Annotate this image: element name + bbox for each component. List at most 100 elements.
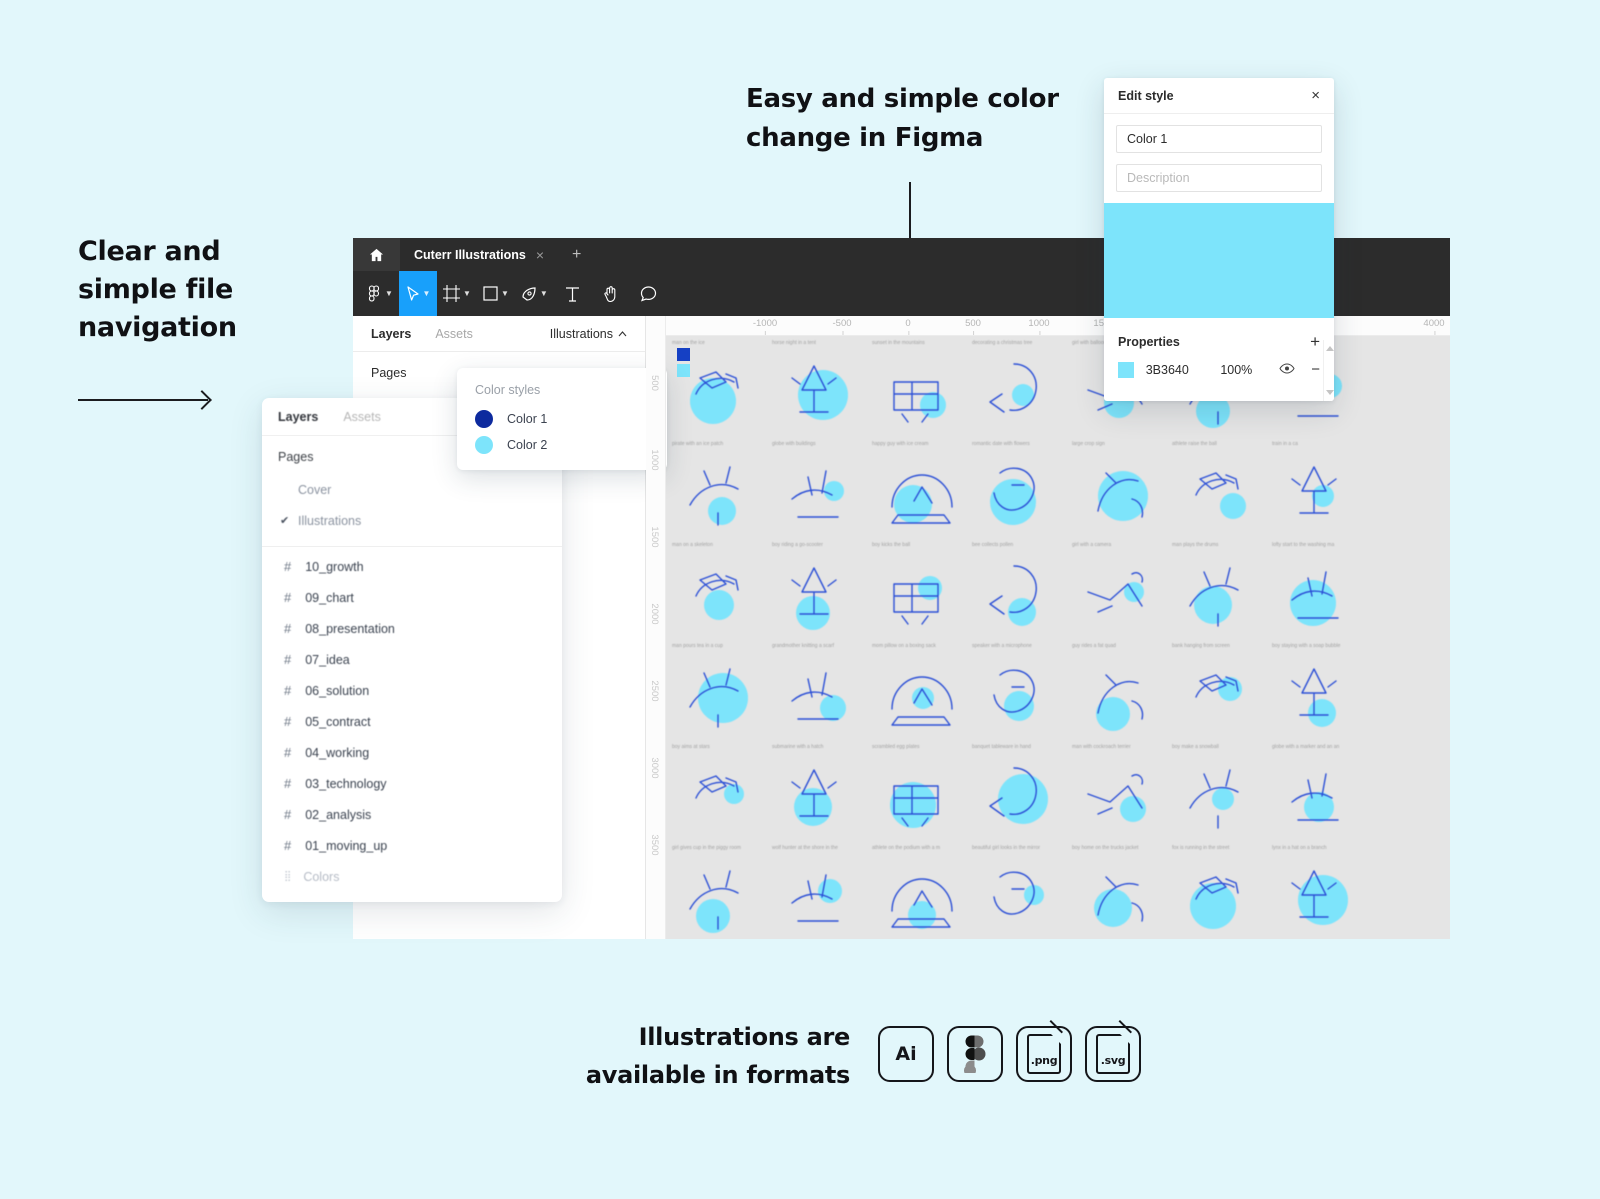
tab-assets[interactable]: Assets: [435, 327, 473, 341]
illustration-cell[interactable]: globe with buildings: [766, 437, 866, 538]
visibility-toggle[interactable]: [1279, 362, 1295, 377]
color-style-item[interactable]: Color 2: [457, 432, 667, 458]
layer-item[interactable]: #10_growth: [262, 551, 562, 582]
illustration-cell[interactable]: man with cockroach terrier: [1066, 740, 1166, 841]
illustration-cell[interactable]: lofty start to the washing ma: [1266, 538, 1366, 639]
illustration-cell[interactable]: large crop sign: [1066, 437, 1166, 538]
lineart-icon: [993, 871, 1035, 915]
panel-scrollbar[interactable]: [1323, 340, 1334, 401]
lineart-icon: [1195, 674, 1239, 698]
format-badge-png[interactable]: .png: [1016, 1019, 1072, 1082]
tool-hand[interactable]: [592, 271, 630, 316]
illustration-cell[interactable]: boy home on the trucks jacket: [1066, 841, 1166, 939]
property-opacity-value[interactable]: 100%: [1220, 363, 1279, 377]
illustration-cell[interactable]: bee collects pollen: [966, 538, 1066, 639]
tool-menu[interactable]: ▼: [361, 271, 399, 316]
illustration-cell[interactable]: lynx in a hat on a branch: [1266, 841, 1366, 939]
illustration-cell[interactable]: romantic date with flowers: [966, 437, 1066, 538]
layer-item[interactable]: ⣿ Colors: [262, 861, 562, 892]
page-item[interactable]: ✔ Illustrations: [262, 505, 562, 536]
illustration-cell[interactable]: boy aims at stars: [666, 740, 766, 841]
property-swatch[interactable]: [1118, 361, 1134, 378]
layer-item[interactable]: #07_idea: [262, 644, 562, 675]
home-button[interactable]: [353, 238, 400, 271]
illustration-cell[interactable]: bank hanging from screen: [1166, 639, 1266, 740]
tool-move[interactable]: ▼: [399, 271, 437, 316]
close-icon[interactable]: ×: [1311, 88, 1320, 103]
page-item[interactable]: Cover: [262, 474, 562, 505]
canvas-content[interactable]: man on the ice horse night in a tent sunse…: [666, 336, 1450, 939]
ruler-tick-v: 2500: [649, 680, 660, 702]
illustration-cell[interactable]: boy staying with a soap bubble: [1266, 639, 1366, 740]
layer-item[interactable]: #02_analysis: [262, 799, 562, 830]
illustration-cell[interactable]: man pours tea in a cup: [666, 639, 766, 740]
lineart-icon: [689, 466, 739, 526]
lineart-icon: [989, 363, 1037, 413]
illustration-cell[interactable]: girl with a camera: [1066, 538, 1166, 639]
tab-layers[interactable]: Layers: [278, 410, 318, 424]
format-badge-svg[interactable]: .svg: [1085, 1019, 1141, 1082]
layer-item[interactable]: #05_contract: [262, 706, 562, 737]
illustration-cell[interactable]: man plays the drums: [1166, 538, 1266, 639]
illustration-cell[interactable]: decorating a christmas tree: [966, 336, 1066, 437]
layer-item[interactable]: #06_solution: [262, 675, 562, 706]
illustration-cell[interactable]: guy rides a fat quad: [1066, 639, 1166, 740]
remove-property-button[interactable]: −: [1311, 361, 1320, 378]
illustration-cell[interactable]: athlete on the podium with a m: [866, 841, 966, 939]
style-description-input[interactable]: Description: [1116, 164, 1322, 192]
layer-item[interactable]: #08_presentation: [262, 613, 562, 644]
illustration-row: boy aims at stars submarine with a hatch s…: [666, 740, 1450, 841]
add-property-button[interactable]: +: [1310, 332, 1320, 352]
format-badge-ai[interactable]: Ai: [878, 1026, 934, 1082]
style-color-preview[interactable]: [1104, 203, 1334, 318]
lineart-icon: [893, 785, 939, 827]
illustration-cell[interactable]: sunset in the mountains: [866, 336, 966, 437]
illustration-cell[interactable]: submarine with a hatch: [766, 740, 866, 841]
close-icon[interactable]: ×: [536, 247, 544, 263]
scroll-up-icon[interactable]: [1326, 346, 1334, 351]
illustration-cell[interactable]: boy make a snowball: [1166, 740, 1266, 841]
format-badges: Ai .png .svg: [878, 1019, 1141, 1082]
illustration-cell[interactable]: boy riding a go-scooter: [766, 538, 866, 639]
illustration-cell[interactable]: mom pillow on a boxing sack: [866, 639, 966, 740]
tool-shape[interactable]: ▼: [477, 271, 515, 316]
illustration-cell[interactable]: boy kicks the ball: [866, 538, 966, 639]
tab-assets[interactable]: Assets: [343, 410, 381, 424]
illustration-cell[interactable]: wolf hunter at the shore in the: [766, 841, 866, 939]
tool-text[interactable]: [554, 271, 592, 316]
illustration-cell[interactable]: horse night in a tent: [766, 336, 866, 437]
tool-pen[interactable]: ▼: [515, 271, 554, 316]
tool-comment[interactable]: [630, 271, 668, 316]
illustration-cell[interactable]: train in a ca: [1266, 437, 1366, 538]
illustration-cell[interactable]: happy guy with ice cream: [866, 437, 966, 538]
style-name-input[interactable]: Color 1: [1116, 125, 1322, 153]
illustration-cell[interactable]: scrambled egg plates: [866, 740, 966, 841]
illustration-cell[interactable]: beautiful girl looks in the mirror: [966, 841, 1066, 939]
property-hex-value[interactable]: 3B3640: [1146, 363, 1221, 377]
illustration-cell[interactable]: man on the ice: [666, 336, 766, 437]
tab-layers[interactable]: Layers: [371, 327, 411, 341]
tab-cuterr-illustrations[interactable]: Cuterr Illustrations ×: [400, 238, 559, 271]
layer-item[interactable]: #01_moving_up: [262, 830, 562, 861]
illustration-cell[interactable]: man on a skeleton: [666, 538, 766, 639]
illustration-cell[interactable]: banquet tableware in hand: [966, 740, 1066, 841]
page-selector[interactable]: Illustrations: [550, 327, 627, 341]
scroll-down-icon[interactable]: [1326, 390, 1334, 395]
illustration-cell[interactable]: speaker with a microphone: [966, 639, 1066, 740]
ruler-tick-h: 4000: [1423, 318, 1445, 335]
format-badge-figma[interactable]: [947, 1026, 1003, 1082]
new-tab-button[interactable]: +: [558, 238, 595, 271]
illustration-cell[interactable]: athlete raise the ball: [1166, 437, 1266, 538]
illustration-cell[interactable]: globe with a marker and an an: [1266, 740, 1366, 841]
illustration-cell[interactable]: girl gives cup in the piggy room: [666, 841, 766, 939]
tool-frame[interactable]: ▼: [437, 271, 477, 316]
illustration-cell[interactable]: pirate with an ice patch: [666, 437, 766, 538]
layer-item[interactable]: #03_technology: [262, 768, 562, 799]
color-style-item[interactable]: Color 1: [457, 406, 667, 432]
layer-item[interactable]: #04_working: [262, 737, 562, 768]
illustration-cell[interactable]: grandmother knitting a scarf: [766, 639, 866, 740]
illustration-cell[interactable]: fox is running in the street: [1166, 841, 1266, 939]
illustration-label: girl gives cup in the piggy room: [672, 845, 741, 851]
figma-canvas[interactable]: 500 1000 1500 2000 2500 3000 3500 -1000 -500 0 50…: [646, 316, 1450, 939]
layer-item[interactable]: #09_chart: [262, 582, 562, 613]
